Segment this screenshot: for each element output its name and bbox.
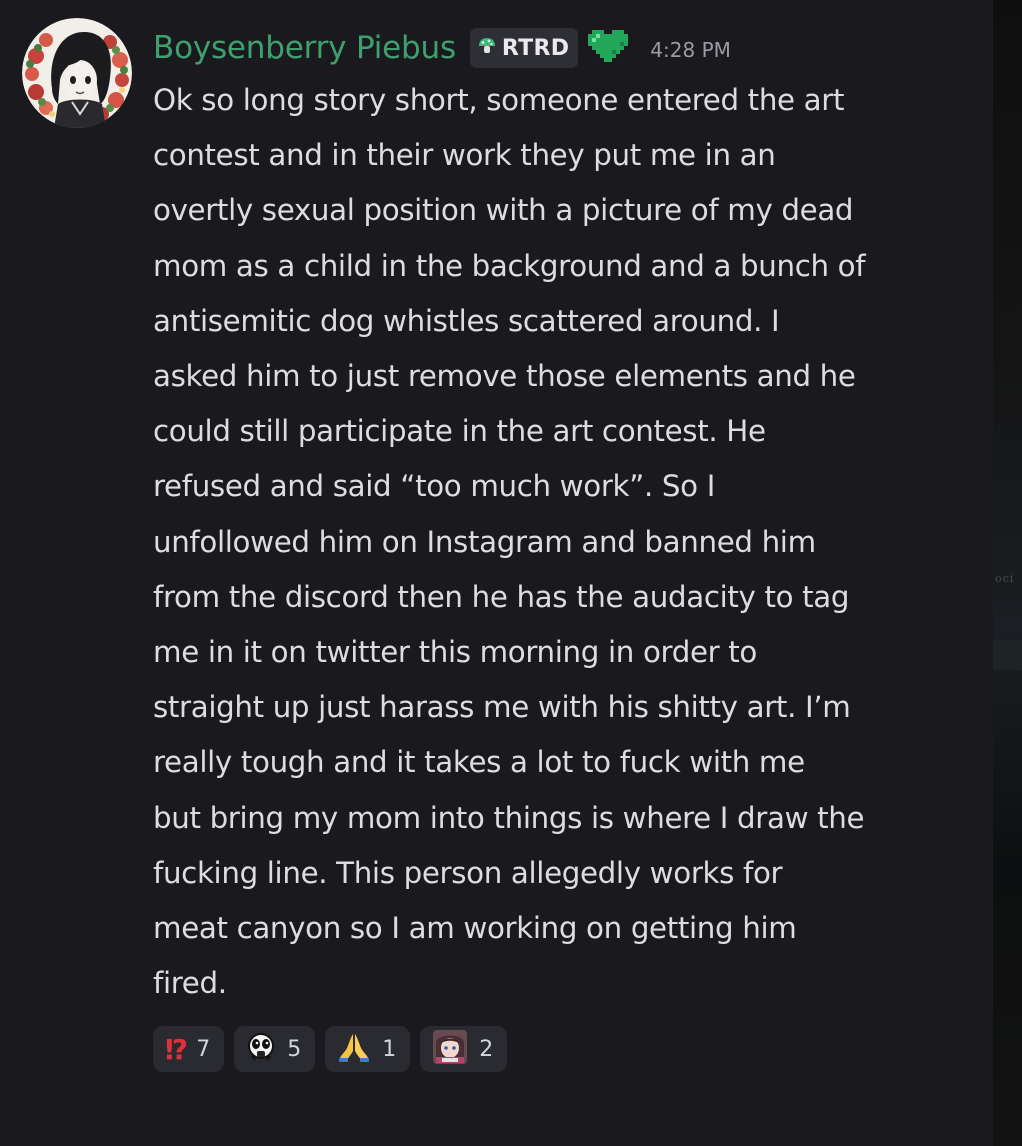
edge-panel [993, 640, 1022, 670]
custom-face-emoji-icon [246, 1032, 276, 1066]
message-timestamp: 4:28 PM [650, 38, 731, 62]
user-avatar[interactable] [22, 18, 132, 128]
chat-message: Boysenberry Piebus RTRD 4:28 PM Ok so lo… [0, 0, 993, 1146]
green-heart-icon[interactable] [588, 29, 629, 67]
custom-anime-emoji-icon [432, 1029, 468, 1069]
discord-chat-view: Boysenberry Piebus RTRD 4:28 PM Ok so lo… [0, 0, 1022, 1146]
server-tag[interactable]: RTRD [469, 28, 579, 68]
folded-hands-icon [337, 1031, 371, 1067]
reaction-custom-face[interactable]: 5 [234, 1026, 316, 1072]
reaction-count: 7 [196, 1036, 211, 1062]
reaction-custom-anime[interactable]: 2 [420, 1026, 508, 1072]
background-window-edge: oci [993, 0, 1022, 1146]
reaction-count: 5 [287, 1036, 302, 1062]
mushroom-icon [478, 37, 496, 59]
interrobang-icon: ⁉ [165, 1032, 188, 1066]
edge-text-fragment: oci [995, 572, 1015, 585]
server-tag-label: RTRD [501, 35, 570, 61]
reaction-folded-hands[interactable]: 1 [325, 1026, 411, 1072]
reaction-interrobang[interactable]: ⁉ 7 [153, 1026, 225, 1072]
reaction-count: 1 [382, 1036, 397, 1062]
message-content: Ok so long story short, someone entered … [153, 83, 866, 1001]
reaction-count: 2 [479, 1036, 494, 1062]
reaction-bar: ⁉ 7 5 1 2 [153, 1026, 508, 1072]
message-header: Boysenberry Piebus RTRD 4:28 PM [153, 24, 731, 72]
username[interactable]: Boysenberry Piebus [153, 30, 456, 66]
